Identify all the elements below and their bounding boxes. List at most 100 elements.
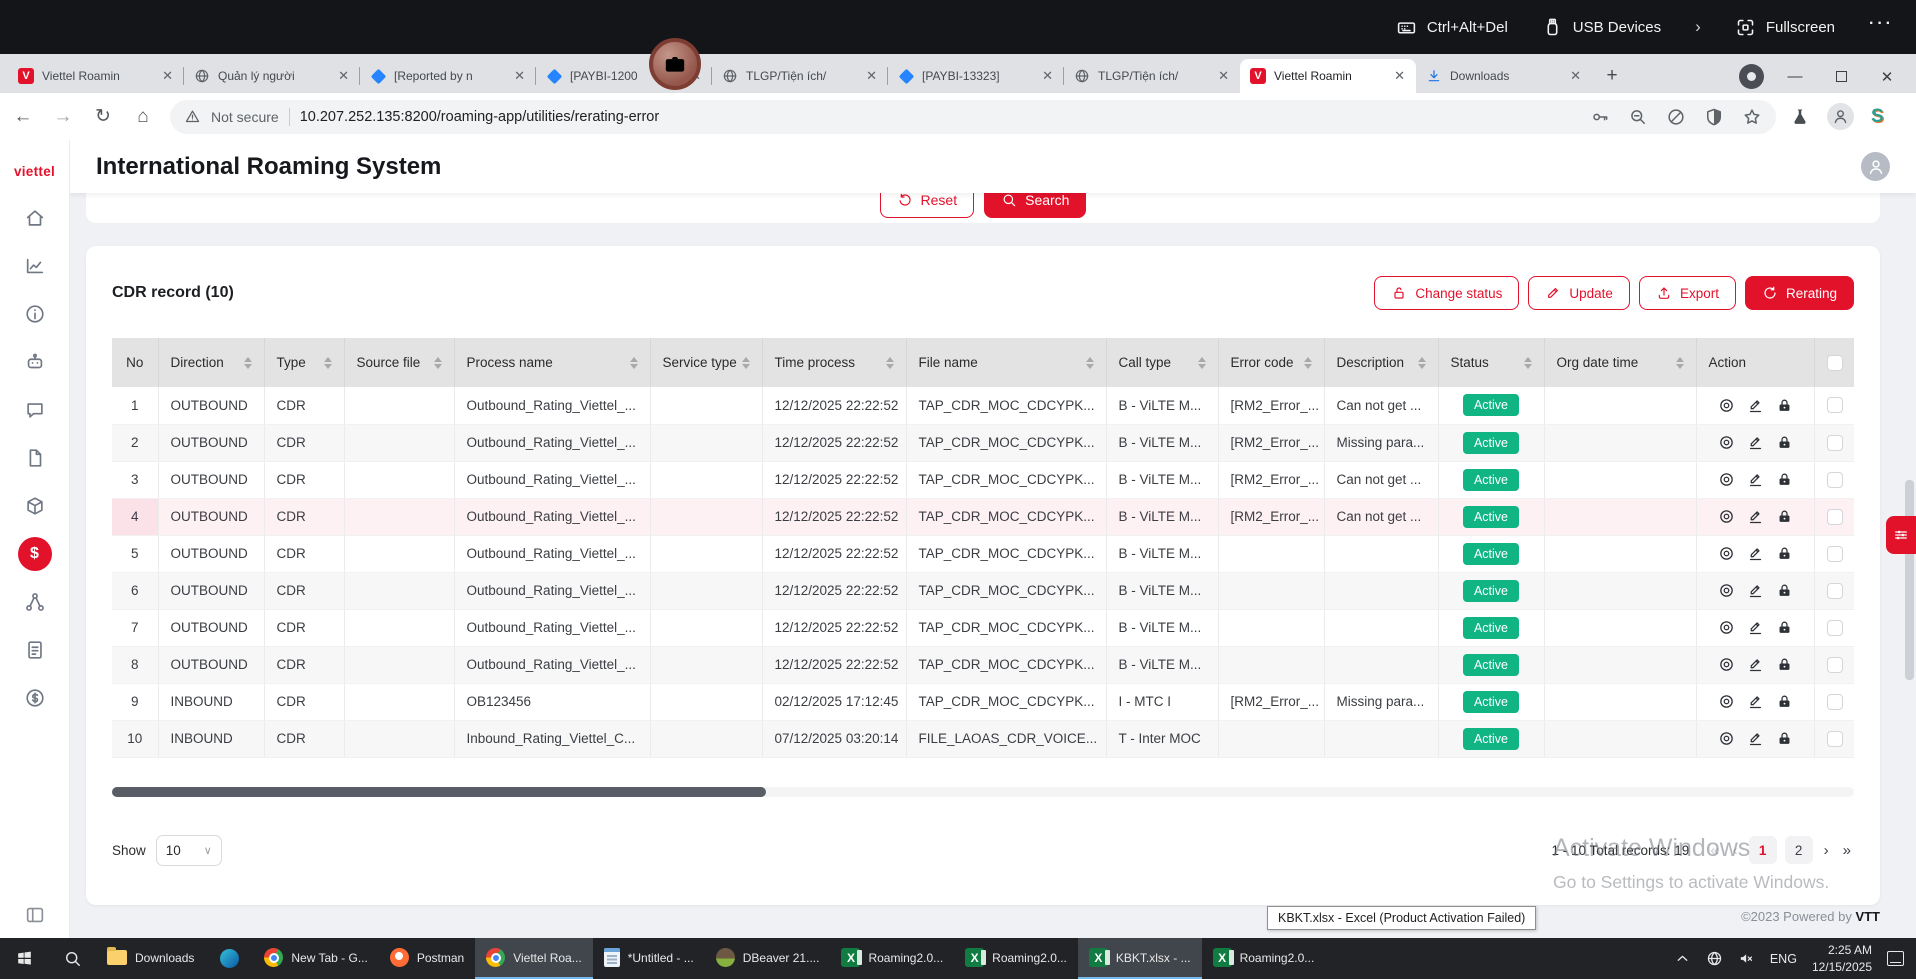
window-maximize-button[interactable]	[1826, 71, 1856, 82]
sort-carets-icon[interactable]	[742, 357, 750, 369]
sort-carets-icon[interactable]	[1304, 357, 1312, 369]
table-row[interactable]: 7OUTBOUNDCDROutbound_Rating_Viettel_...1…	[112, 609, 1854, 646]
view-details-icon[interactable]	[1718, 730, 1735, 747]
scrollbar-thumb[interactable]	[112, 787, 766, 797]
edit-row-icon[interactable]	[1747, 693, 1764, 710]
sort-carets-icon[interactable]	[1086, 357, 1094, 369]
sidebar-item-bot[interactable]	[24, 351, 46, 373]
view-details-icon[interactable]	[1718, 693, 1735, 710]
taskbar-app-10[interactable]: XRoaming2.0...	[954, 938, 1078, 979]
lock-row-icon[interactable]	[1776, 656, 1793, 673]
lock-row-icon[interactable]	[1776, 619, 1793, 636]
lock-row-icon[interactable]	[1776, 508, 1793, 525]
lock-row-icon[interactable]	[1776, 434, 1793, 451]
tab-close-icon[interactable]: ✕	[1567, 68, 1584, 84]
sort-carets-icon[interactable]	[1676, 357, 1684, 369]
sort-carets-icon[interactable]	[244, 357, 252, 369]
reset-button[interactable]: Reset	[880, 193, 975, 218]
view-details-icon[interactable]	[1718, 582, 1735, 599]
sort-carets-icon[interactable]	[1418, 357, 1426, 369]
tray-network-globe-icon[interactable]	[1706, 950, 1723, 967]
url-omnibox[interactable]: Not secure 10.207.252.135:8200/roaming-a…	[170, 100, 1776, 134]
remote-keyboard-icon[interactable]: Ctrl+Alt+Del	[1396, 17, 1508, 38]
browser-tab-8[interactable]: Downloads✕	[1416, 59, 1592, 93]
row-checkbox[interactable]	[1827, 509, 1843, 525]
zoom-out-icon[interactable]	[1628, 107, 1648, 127]
column-header-select[interactable]	[1814, 338, 1854, 387]
view-details-icon[interactable]	[1718, 471, 1735, 488]
row-checkbox[interactable]	[1827, 731, 1843, 747]
taskbar-app-6[interactable]: Viettel Roa...	[475, 938, 592, 979]
edit-row-icon[interactable]	[1747, 582, 1764, 599]
sidebar-item-home[interactable]	[24, 207, 46, 229]
row-checkbox[interactable]	[1827, 397, 1843, 413]
sidebar-item-package[interactable]	[24, 495, 46, 517]
window-minimize-button[interactable]: —	[1780, 68, 1810, 85]
next-page-button[interactable]: ›	[1821, 842, 1832, 859]
column-header-time-process[interactable]: Time process	[762, 338, 906, 387]
browser-profile-avatar[interactable]	[1827, 103, 1854, 130]
home-button[interactable]: ⌂	[126, 100, 160, 134]
edit-row-icon[interactable]	[1747, 471, 1764, 488]
sort-carets-icon[interactable]	[630, 357, 638, 369]
taskbar-app-8[interactable]: DBeaver 21....	[705, 938, 831, 979]
column-header-call-type[interactable]: Call type	[1106, 338, 1218, 387]
tab-close-icon[interactable]: ✕	[511, 68, 528, 84]
edit-row-icon[interactable]	[1747, 545, 1764, 562]
sort-carets-icon[interactable]	[886, 357, 894, 369]
floating-settings-tab[interactable]	[1886, 516, 1916, 554]
edit-row-icon[interactable]	[1747, 397, 1764, 414]
table-row[interactable]: 8OUTBOUNDCDROutbound_Rating_Viettel_...1…	[112, 646, 1854, 683]
table-horizontal-scrollbar[interactable]	[112, 787, 1854, 797]
tab-close-icon[interactable]: ✕	[1039, 68, 1056, 84]
first-page-button[interactable]: «	[1707, 842, 1721, 859]
browser-tab-2[interactable]: [Reported by n✕	[360, 59, 536, 93]
page-size-select[interactable]: 10∨	[156, 835, 222, 866]
edit-row-icon[interactable]	[1747, 619, 1764, 636]
sidebar-item-analytics[interactable]	[24, 255, 46, 277]
table-row[interactable]: 1OUTBOUNDCDROutbound_Rating_Viettel_...1…	[112, 387, 1854, 424]
column-header-description[interactable]: Description	[1324, 338, 1438, 387]
taskbar-windows-start-button[interactable]	[0, 938, 48, 979]
row-checkbox[interactable]	[1827, 583, 1843, 599]
sidebar-item-billing[interactable]: $	[18, 537, 52, 571]
lock-row-icon[interactable]	[1776, 693, 1793, 710]
browser-tab-0[interactable]: VViettel Roamin✕	[8, 59, 184, 93]
sort-carets-icon[interactable]	[324, 357, 332, 369]
update-button[interactable]: Update	[1528, 276, 1630, 310]
password-key-icon[interactable]	[1590, 107, 1610, 127]
row-checkbox[interactable]	[1827, 546, 1843, 562]
taskbar-edge-button[interactable]	[205, 938, 253, 979]
user-avatar[interactable]	[1861, 152, 1890, 181]
taskbar-app-5[interactable]: Postman	[379, 938, 475, 979]
browser-tab-6[interactable]: TLGP/Tiện ích/✕	[1064, 59, 1240, 93]
sort-carets-icon[interactable]	[1524, 357, 1532, 369]
row-checkbox[interactable]	[1827, 620, 1843, 636]
sidebar-collapse-icon[interactable]	[24, 904, 46, 926]
sidebar-item-records[interactable]	[24, 639, 46, 661]
remote-ellipsis-icon[interactable]: ···	[1869, 15, 1894, 39]
view-details-icon[interactable]	[1718, 545, 1735, 562]
change-status-button[interactable]: Change status	[1374, 276, 1519, 310]
row-checkbox[interactable]	[1827, 472, 1843, 488]
row-checkbox[interactable]	[1827, 435, 1843, 451]
search-button[interactable]: Search	[984, 193, 1086, 218]
select-all-checkbox[interactable]	[1827, 355, 1843, 371]
table-row[interactable]: 5OUTBOUNDCDROutbound_Rating_Viettel_...1…	[112, 535, 1854, 572]
window-close-button[interactable]: ✕	[1872, 68, 1902, 86]
column-header-org-date-time[interactable]: Org date time	[1544, 338, 1696, 387]
tray-chevron-up-icon[interactable]	[1674, 950, 1691, 967]
column-header-service-type[interactable]: Service type	[650, 338, 762, 387]
edit-row-icon[interactable]	[1747, 656, 1764, 673]
lock-row-icon[interactable]	[1776, 730, 1793, 747]
row-checkbox[interactable]	[1827, 657, 1843, 673]
table-row[interactable]: 10INBOUNDCDRInbound_Rating_Viettel_C...0…	[112, 720, 1854, 757]
taskbar-app-11[interactable]: XKBKT.xlsx - ...	[1078, 938, 1202, 979]
remote-fullscreen-icon[interactable]: Fullscreen	[1735, 17, 1835, 38]
lock-row-icon[interactable]	[1776, 397, 1793, 414]
sort-carets-icon[interactable]	[434, 357, 442, 369]
tray-clock[interactable]: 2:25 AM 12/15/2025	[1812, 942, 1872, 974]
sidebar-item-finance[interactable]	[24, 687, 46, 709]
sort-carets-icon[interactable]	[1198, 357, 1206, 369]
column-header-status[interactable]: Status	[1438, 338, 1544, 387]
